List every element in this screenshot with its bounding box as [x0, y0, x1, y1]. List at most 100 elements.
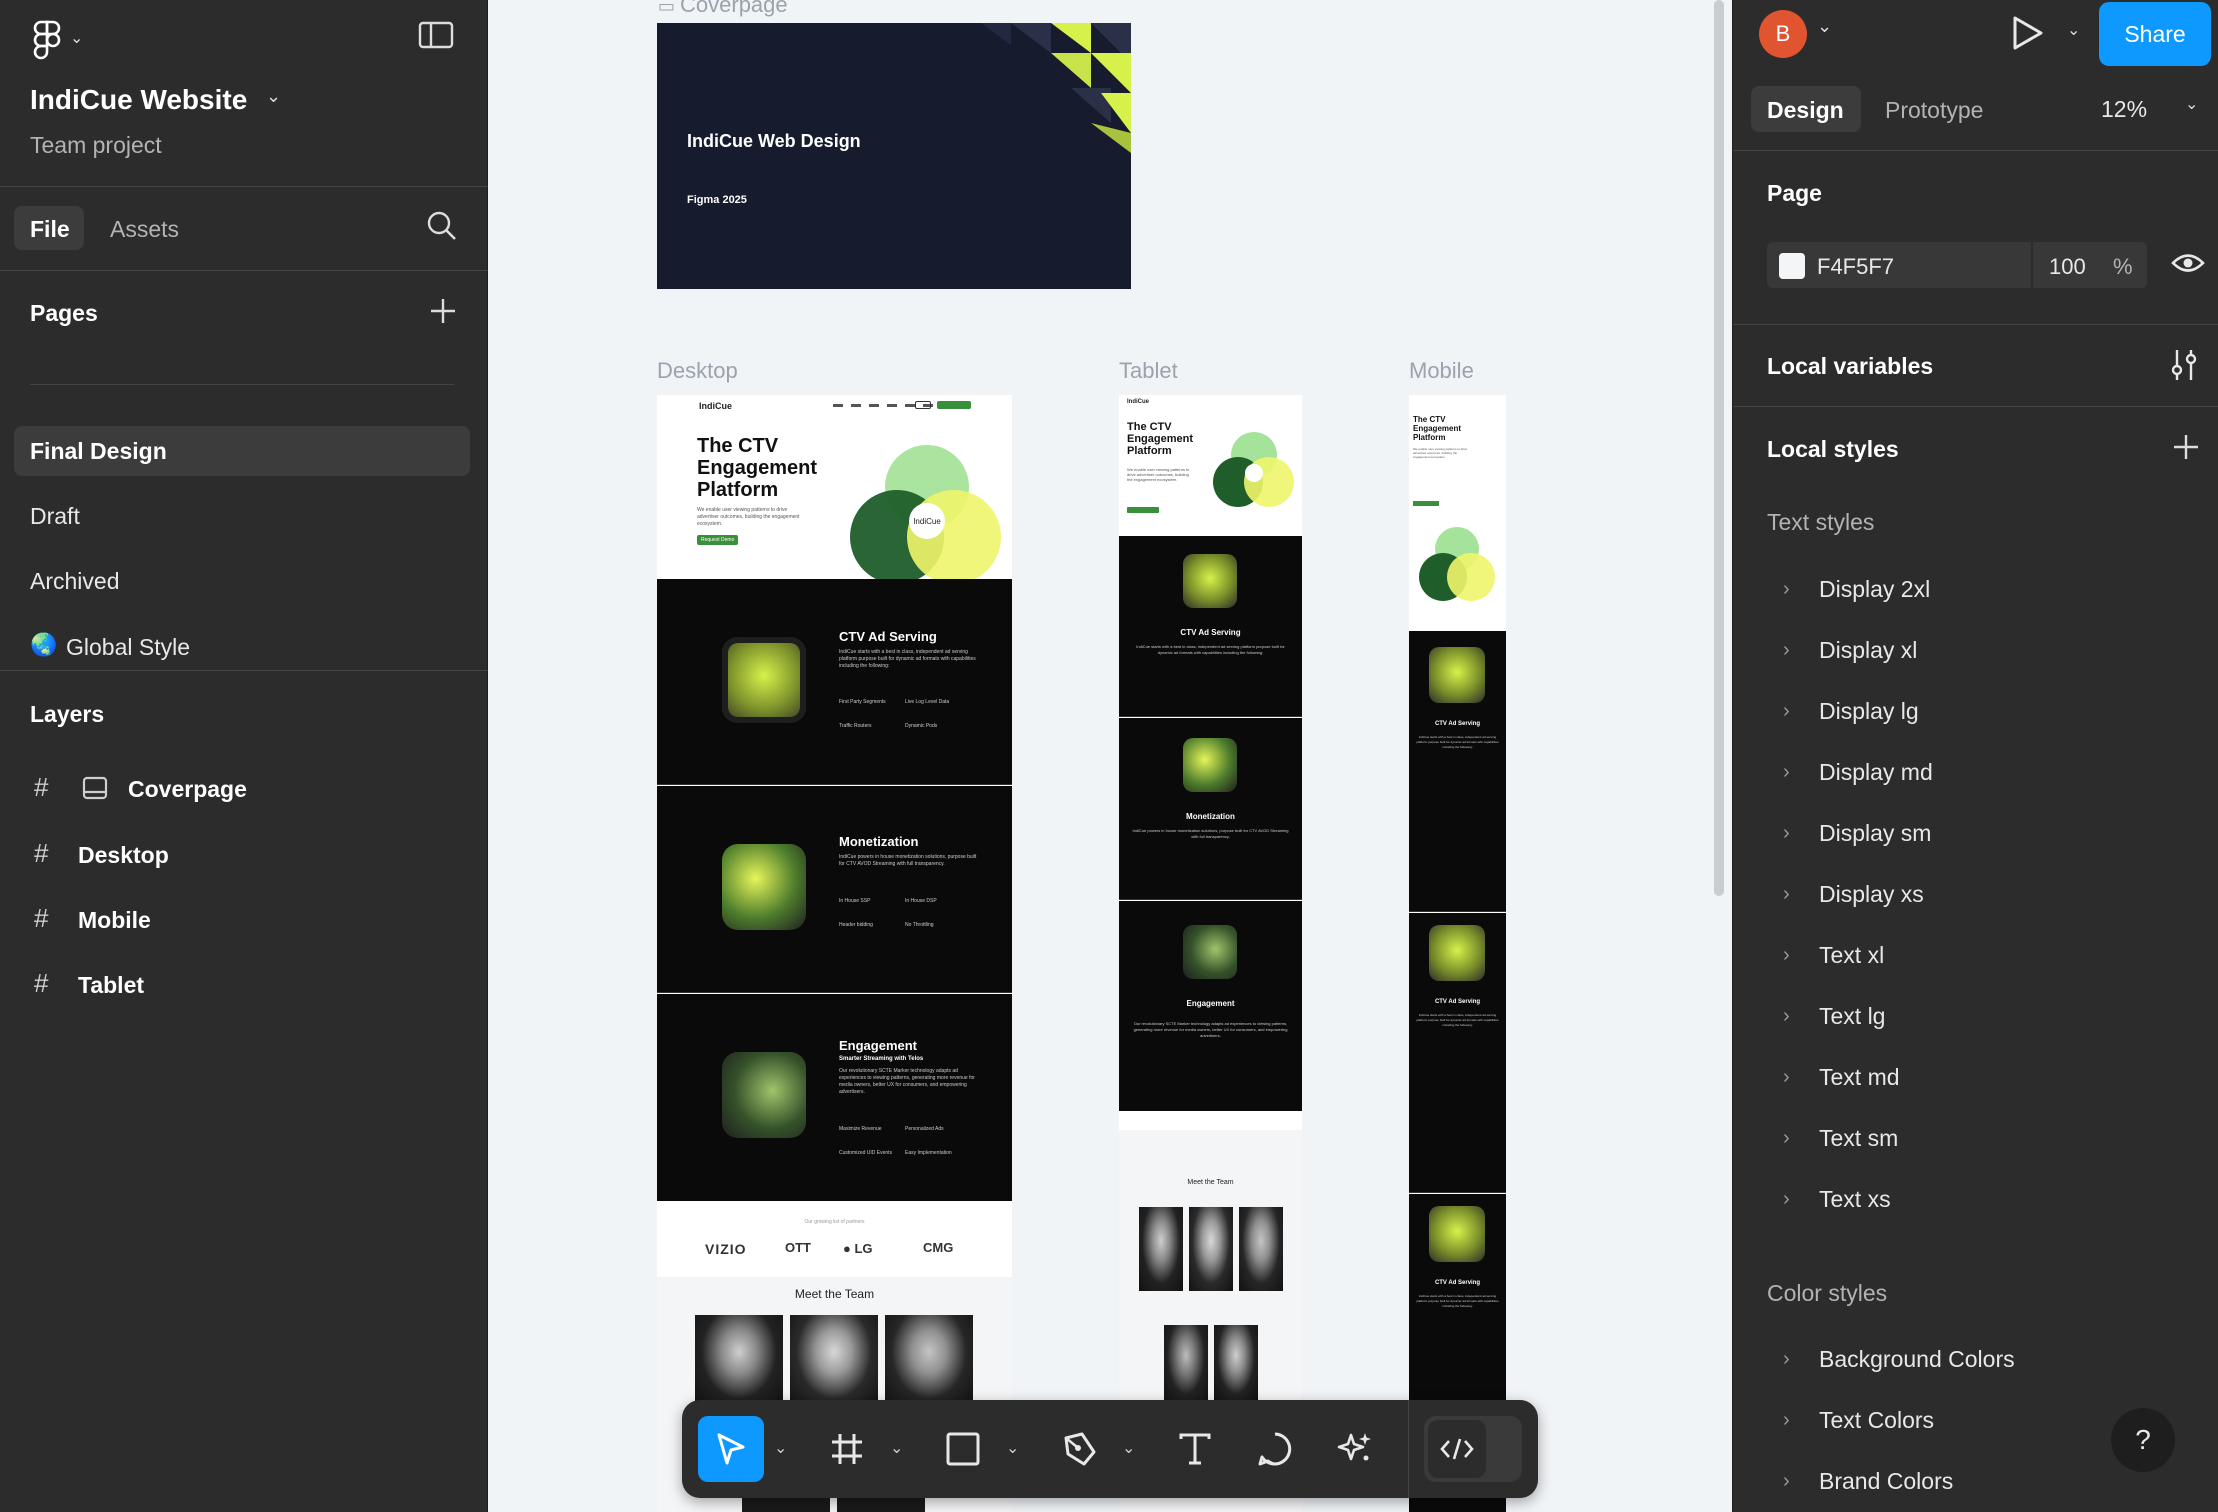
text-tool-button[interactable] — [1162, 1416, 1228, 1482]
frame-mobile[interactable]: The CTV Engagement Platform We enable us… — [1409, 395, 1506, 1512]
figma-logo-icon — [33, 20, 61, 60]
dev-mode-toggle[interactable] — [1424, 1416, 1522, 1482]
chevron-right-icon[interactable]: › — [1783, 944, 1790, 967]
chevron-right-icon[interactable]: › — [1783, 1348, 1790, 1371]
section-body: Our revolutionary SCTE Marker technology… — [1133, 1021, 1288, 1038]
chevron-right-icon[interactable]: › — [1783, 883, 1790, 906]
shape-tool-button[interactable] — [930, 1416, 996, 1482]
page-opacity-field[interactable]: 100 % — [2033, 242, 2147, 288]
text-style-item[interactable]: › Text lg — [1733, 993, 2218, 1039]
section-ctv-ad-serving: CTV Ad Serving IndiCue starts with a bes… — [657, 579, 1012, 785]
text-style-item[interactable]: › Display md — [1733, 749, 2218, 795]
ai-actions-button[interactable] — [1322, 1416, 1388, 1482]
sidebar-toggle-icon — [418, 21, 454, 49]
text-style-item[interactable]: › Display xl — [1733, 627, 2218, 673]
tab-prototype[interactable]: Prototype — [1873, 86, 2013, 132]
shape-tool-chevron-icon[interactable]: ⌄ — [1006, 1438, 1019, 1458]
file-name-chevron-icon[interactable]: ⌄ — [266, 86, 281, 107]
chevron-right-icon[interactable]: › — [1783, 700, 1790, 723]
text-style-item[interactable]: › Display lg — [1733, 688, 2218, 734]
frame-label-tablet[interactable]: Tablet — [1119, 358, 1178, 384]
avatar[interactable]: B — [1759, 10, 1807, 58]
feature-4: No Throttling — [905, 922, 934, 928]
frame-label-mobile[interactable]: Mobile — [1409, 358, 1474, 384]
text-style-item[interactable]: › Text xl — [1733, 932, 2218, 978]
local-variables-heading[interactable]: Local variables — [1767, 353, 1933, 380]
chevron-right-icon[interactable]: › — [1783, 1409, 1790, 1432]
color-swatch[interactable] — [1779, 253, 1805, 279]
cursor-arrow-icon — [717, 1433, 745, 1465]
tab-assets[interactable]: Assets — [96, 206, 196, 250]
chevron-right-icon[interactable]: › — [1783, 1005, 1790, 1028]
text-style-item[interactable]: › Text xs — [1733, 1176, 2218, 1222]
tab-design[interactable]: Design — [1751, 86, 1861, 132]
text-style-item[interactable]: › Display sm — [1733, 810, 2218, 856]
add-style-button[interactable] — [2171, 432, 2205, 466]
layer-label: Mobile — [78, 907, 151, 933]
chevron-right-icon[interactable]: › — [1783, 761, 1790, 784]
move-tool-chevron-icon[interactable]: ⌄ — [774, 1438, 787, 1458]
chevron-right-icon[interactable]: › — [1783, 1066, 1790, 1089]
plus-icon — [431, 299, 455, 323]
feature-3: Header bidding — [839, 922, 873, 928]
frame-desktop[interactable]: IndiCue The CTV Engagement Platform We e… — [657, 395, 1012, 1512]
add-page-button[interactable] — [428, 296, 462, 330]
tab-file[interactable]: File — [14, 206, 84, 250]
layer-item-tablet[interactable]: # Tablet — [0, 962, 488, 1008]
page-item-draft[interactable]: Draft — [30, 503, 80, 530]
section-body: IndiCue starts with a best in class, ind… — [1416, 1013, 1499, 1027]
zoom-dropdown[interactable]: 12% ⌄ — [2101, 90, 2211, 130]
chevron-right-icon[interactable]: › — [1783, 578, 1790, 601]
present-chevron-down-icon[interactable]: ⌄ — [2067, 20, 2080, 40]
page-item-archived[interactable]: Archived — [30, 568, 119, 595]
visibility-button[interactable] — [2171, 248, 2207, 282]
hero-body: We enable user viewing patterns to drive… — [697, 507, 800, 527]
frame-tool-chevron-icon[interactable]: ⌄ — [890, 1438, 903, 1458]
layer-item-mobile[interactable]: # Mobile — [0, 897, 488, 943]
color-style-item[interactable]: › Background Colors — [1733, 1336, 2218, 1382]
text-icon — [1179, 1433, 1211, 1465]
comment-tool-button[interactable] — [1242, 1416, 1308, 1482]
chevron-right-icon[interactable]: › — [1783, 822, 1790, 845]
help-button[interactable]: ? — [2111, 1408, 2175, 1472]
chevron-right-icon[interactable]: › — [1783, 1188, 1790, 1211]
local-variables-button[interactable] — [2169, 348, 2205, 384]
frame-tablet[interactable]: IndiCue The CTV Engagement Platform We e… — [1119, 395, 1302, 1512]
toggle-sidebar-button[interactable] — [418, 20, 458, 54]
team-photo — [1139, 1207, 1183, 1291]
page-item-global-style[interactable]: 🌏 Global Style — [30, 630, 430, 666]
chevron-right-icon[interactable]: › — [1783, 1470, 1790, 1493]
text-style-item[interactable]: › Display 2xl — [1733, 566, 2218, 612]
avatar-chevron-down-icon[interactable]: ⌄ — [1817, 16, 1832, 37]
frame-label-coverpage[interactable]: ▭ Coverpage — [658, 0, 788, 18]
frame-label-desktop[interactable]: Desktop — [657, 358, 738, 384]
frame-tool-button[interactable] — [814, 1416, 880, 1482]
canvas[interactable]: ▭ Coverpage IndiCue Web Design Figma 202… — [488, 0, 1732, 1512]
opacity-value: 100 — [2049, 254, 2086, 279]
layer-item-coverpage[interactable]: # Coverpage — [0, 766, 488, 812]
text-styles-heading: Text styles — [1767, 509, 1875, 535]
file-name[interactable]: IndiCue Website — [30, 84, 247, 116]
text-style-item[interactable]: › Display xs — [1733, 871, 2218, 917]
pen-tool-chevron-icon[interactable]: ⌄ — [1122, 1438, 1135, 1458]
pen-icon — [1064, 1432, 1096, 1466]
layer-item-desktop[interactable]: # Desktop — [0, 832, 488, 878]
search-button[interactable] — [426, 210, 460, 244]
page-color-field[interactable]: F4F5F7 — [1767, 242, 2031, 288]
text-style-item[interactable]: › Text md — [1733, 1054, 2218, 1100]
frame-coverpage[interactable]: IndiCue Web Design Figma 2025 — [657, 23, 1131, 289]
frame-hash-icon: # — [34, 838, 49, 868]
pen-tool-button[interactable] — [1046, 1416, 1112, 1482]
help-icon: ? — [2135, 1424, 2151, 1455]
canvas-vertical-scrollbar[interactable] — [1714, 0, 1724, 896]
text-style-item[interactable]: › Text sm — [1733, 1115, 2218, 1161]
chevron-right-icon[interactable]: › — [1783, 639, 1790, 662]
share-button[interactable]: Share — [2099, 2, 2211, 66]
figma-menu-button[interactable]: ⌄ — [28, 18, 88, 62]
present-button[interactable] — [2009, 14, 2049, 54]
comment-icon — [1258, 1432, 1292, 1466]
chevron-right-icon[interactable]: › — [1783, 1127, 1790, 1150]
page-item-final-design[interactable]: Final Design — [14, 426, 470, 476]
move-tool-button[interactable] — [698, 1416, 764, 1482]
feature-1: Maximize Revenue — [839, 1126, 882, 1132]
